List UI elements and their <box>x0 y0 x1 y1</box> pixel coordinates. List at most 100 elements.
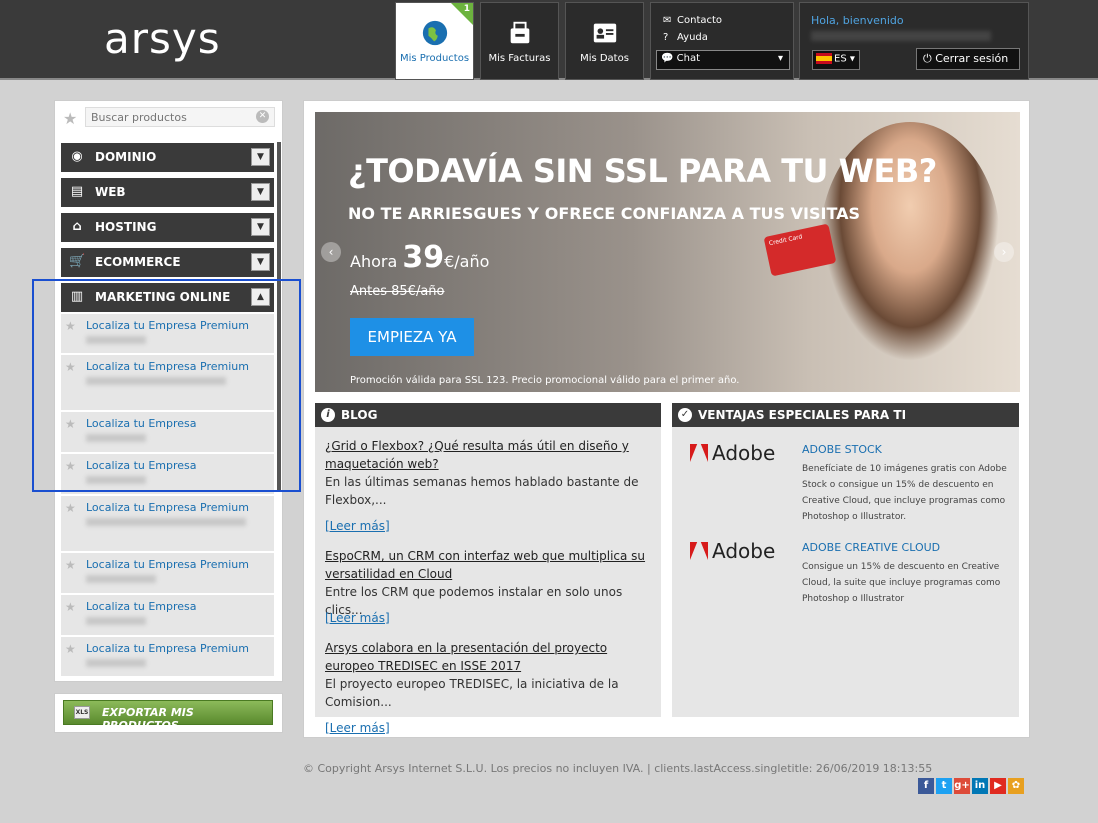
export-products-button[interactable]: XLS EXPORTAR MIS PRODUCTOS <box>63 700 273 732</box>
cta-button[interactable]: EMPIEZA YA <box>350 318 474 356</box>
promo-banner[interactable]: Credit Card ¿TODAVÍA SIN SSL PARA TU WEB… <box>315 112 1020 392</box>
greeting: Hola, bienvenido <box>811 14 904 27</box>
help-label: Ayuda <box>677 32 708 43</box>
star-icon[interactable]: ★ <box>65 558 76 572</box>
banner-old-price: Antes 85€/año <box>350 284 445 299</box>
category-web[interactable]: ▤ WEB ▼ <box>61 178 274 207</box>
export-container: XLS EXPORTAR MIS PRODUCTOS <box>54 693 283 733</box>
document-icon: ▤ <box>70 184 84 199</box>
spreadsheet-icon: XLS <box>74 706 90 719</box>
arsys-logo[interactable]: arsys <box>104 14 221 63</box>
product-link[interactable]: Localiza tu Empresa Premium <box>86 558 249 571</box>
star-icon[interactable]: ★ <box>65 319 76 333</box>
banner-subheadline: NO TE ARRIESGUES Y OFRECE CONFIANZA A TU… <box>348 204 861 223</box>
facebook-icon[interactable]: f <box>918 778 934 794</box>
tab-label: Mis Productos <box>399 53 470 64</box>
blog-post-desc: En las últimas semanas hemos hablado bas… <box>325 475 639 507</box>
offer-title[interactable]: ADOBE STOCK <box>802 443 882 456</box>
prev-arrow-icon[interactable]: ‹ <box>321 242 341 262</box>
cart-icon: 🛒 <box>69 254 86 269</box>
blog-post-title[interactable]: EspoCRM, un CRM con interfaz web que mul… <box>325 547 655 583</box>
tuenti-icon[interactable]: ✿ <box>1008 778 1024 794</box>
category-label: WEB <box>95 185 126 199</box>
product-link[interactable]: Localiza tu Empresa Premium <box>86 319 249 332</box>
offer-desc: Benefíciate de 10 imágenes gratis con Ad… <box>802 464 1007 522</box>
header: arsys 1 Mis Productos Mis Facturas Mis D… <box>0 0 1098 80</box>
blog-post-title[interactable]: Arsys colabora en la presentación del pr… <box>325 639 655 675</box>
star-icon[interactable]: ★ <box>65 459 76 473</box>
read-more-link[interactable]: [Leer más] <box>325 611 390 625</box>
product-detail-redacted <box>86 617 146 625</box>
contact-box: ✉ Contacto ? Ayuda 💬 Chat ▾ <box>650 2 794 80</box>
search-input[interactable] <box>85 107 275 127</box>
user-box: Hola, bienvenido ES ▾ ⏻ Cerrar sesión <box>799 2 1029 80</box>
expand-button[interactable]: ▼ <box>251 148 270 166</box>
product-item: ★ Localiza tu Empresa <box>61 454 274 495</box>
star-icon[interactable]: ★ <box>65 501 76 515</box>
linkedin-icon[interactable]: in <box>972 778 988 794</box>
adobe-mark-icon <box>690 542 708 560</box>
category-label: HOSTING <box>95 220 157 234</box>
question-icon: ? <box>663 32 669 43</box>
contact-link[interactable]: ✉ Contacto <box>663 15 722 26</box>
category-ecommerce[interactable]: 🛒 ECOMMERCE ▼ <box>61 248 274 277</box>
tab-mis-datos[interactable]: Mis Datos <box>565 2 644 80</box>
read-more-link[interactable]: [Leer más] <box>325 519 390 533</box>
language-select[interactable]: ES ▾ <box>812 50 860 70</box>
tab-mis-productos[interactable]: 1 Mis Productos <box>395 2 474 80</box>
chat-select[interactable]: 💬 Chat ▾ <box>656 50 790 70</box>
product-link[interactable]: Localiza tu Empresa Premium <box>86 501 249 514</box>
category-label: MARKETING ONLINE <box>95 290 231 304</box>
collapse-button[interactable]: ▲ <box>251 288 270 306</box>
offers-panel: ✓ VENTAJAS ESPECIALES PARA TI Adobe ADOBE… <box>672 403 1019 717</box>
star-icon[interactable]: ★ <box>63 109 77 128</box>
product-link[interactable]: Localiza tu Empresa <box>86 417 197 430</box>
star-icon[interactable]: ★ <box>65 360 76 374</box>
offers-title: VENTAJAS ESPECIALES PARA TI <box>698 408 907 422</box>
blog-post-title[interactable]: ¿Grid o Flexbox? ¿Qué resulta más útil e… <box>325 437 655 473</box>
star-icon[interactable]: ★ <box>65 417 76 431</box>
category-label: ECOMMERCE <box>95 255 181 269</box>
offer-title[interactable]: ADOBE CREATIVE CLOUD <box>802 541 940 554</box>
blog-header: i BLOG <box>315 403 661 427</box>
clear-search-icon[interactable]: ✕ <box>256 110 269 123</box>
help-link[interactable]: ? Ayuda <box>663 32 708 43</box>
category-label: DOMINIO <box>95 150 157 164</box>
youtube-icon[interactable]: ▶ <box>990 778 1006 794</box>
product-link[interactable]: Localiza tu Empresa Premium <box>86 360 249 373</box>
twitter-icon[interactable]: t <box>936 778 952 794</box>
product-item: ★ Localiza tu Empresa <box>61 412 274 453</box>
tab-label: Mis Facturas <box>488 53 551 64</box>
banner-note: Promoción válida para SSL 123. Precio pr… <box>350 375 740 386</box>
sidebar-scrollbar[interactable] <box>277 142 281 492</box>
blog-post-desc: El proyecto europeo TREDISEC, la iniciat… <box>325 677 619 709</box>
google-plus-icon[interactable]: g+ <box>954 778 970 794</box>
category-marketing-online[interactable]: ▥ MARKETING ONLINE ▲ <box>61 283 274 312</box>
product-link[interactable]: Localiza tu Empresa Premium <box>86 642 249 655</box>
copyright-text: © Copyright Arsys Internet S.L.U. Los pr… <box>303 762 933 775</box>
category-dominio[interactable]: ◉ DOMINIO ▼ <box>61 143 274 172</box>
logout-button[interactable]: ⏻ Cerrar sesión <box>916 48 1020 70</box>
product-item: ★ Localiza tu Empresa Premium <box>61 637 274 677</box>
adobe-wordmark: Adobe <box>712 441 776 465</box>
expand-button[interactable]: ▼ <box>251 253 270 271</box>
expand-button[interactable]: ▼ <box>251 218 270 236</box>
product-link[interactable]: Localiza tu Empresa <box>86 600 197 613</box>
expand-button[interactable]: ▼ <box>251 183 270 201</box>
main-content: Credit Card ¿TODAVÍA SIN SSL PARA TU WEB… <box>303 100 1030 738</box>
envelope-icon: ✉ <box>663 15 672 26</box>
next-arrow-icon[interactable]: › <box>994 242 1014 262</box>
id-card-icon <box>593 23 616 43</box>
blog-panel: i BLOG ¿Grid o Flexbox? ¿Qué resulta más … <box>315 403 661 735</box>
banner-price: Ahora 39€/año <box>350 240 489 275</box>
product-link[interactable]: Localiza tu Empresa <box>86 459 197 472</box>
tab-mis-facturas[interactable]: Mis Facturas <box>480 2 559 80</box>
info-icon: i <box>321 408 335 422</box>
star-icon[interactable]: ★ <box>65 600 76 614</box>
chat-bubble-icon: 💬 <box>661 53 674 64</box>
read-more-link[interactable]: [Leer más] <box>325 721 390 735</box>
chevron-down-icon: ▾ <box>777 53 783 64</box>
offers-header: ✓ VENTAJAS ESPECIALES PARA TI <box>672 403 1019 427</box>
star-icon[interactable]: ★ <box>65 642 76 656</box>
category-hosting[interactable]: ⌂ HOSTING ▼ <box>61 213 274 242</box>
